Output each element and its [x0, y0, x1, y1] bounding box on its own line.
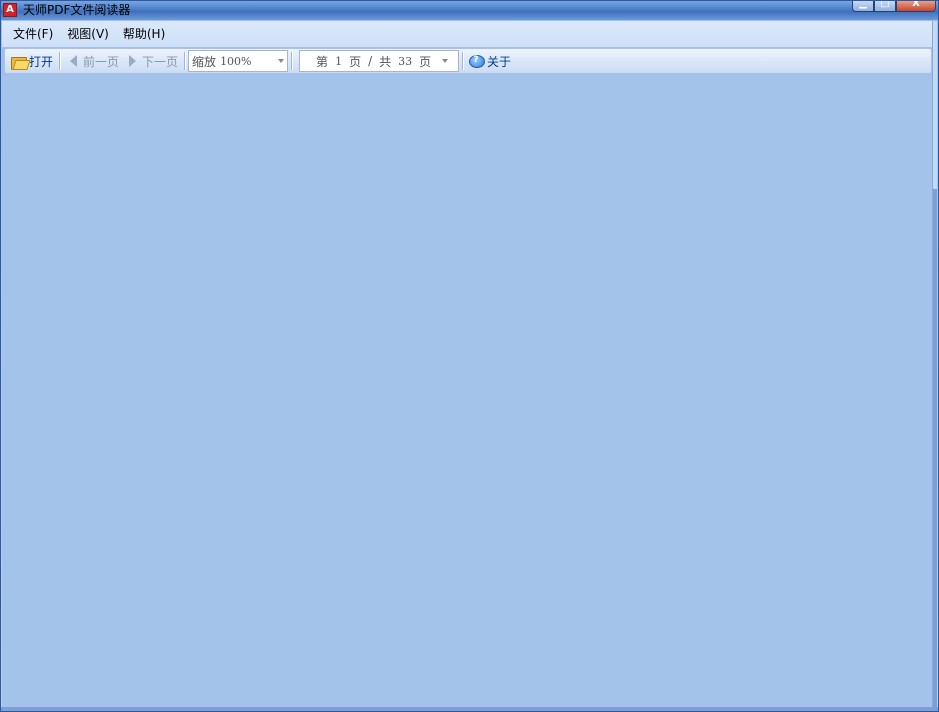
arrow-right-icon	[129, 55, 137, 67]
total-unit: 页	[419, 54, 432, 69]
close-icon: X	[912, 0, 920, 9]
minimize-icon: ▁	[859, 0, 867, 9]
prev-page-label: 前一页	[83, 54, 120, 69]
prev-page-button[interactable]: 前一页	[63, 50, 122, 72]
menu-bar: 文件(F) 视图(V) 帮助(H)	[2, 21, 933, 47]
folder-open-icon	[11, 55, 27, 70]
arrow-left-icon	[70, 55, 78, 67]
toolbar-separator	[462, 52, 464, 70]
menu-help[interactable]: 帮助(H)	[116, 23, 172, 45]
scrollbar-thumb[interactable]	[933, 189, 937, 707]
app-window: A 天师PDF文件阅读器 ▁ □ X 文件(F) 视图(V) 帮助(H) 打开 …	[0, 0, 939, 712]
next-page-button[interactable]: 下一页	[122, 50, 181, 72]
document-view[interactable]	[2, 76, 933, 707]
toolbar-separator	[291, 52, 293, 70]
zoom-select[interactable]: 缩放 100%	[188, 50, 289, 72]
open-button[interactable]: 打开	[8, 50, 56, 72]
window-controls: ▁ □ X	[852, 1, 936, 13]
vertical-scrollbar[interactable]	[932, 21, 937, 709]
menu-file[interactable]: 文件(F)	[6, 23, 60, 45]
help-bubble-glyph: ?	[473, 54, 479, 65]
close-button[interactable]: X	[896, 1, 936, 12]
window-title: 天师PDF文件阅读器	[23, 3, 131, 17]
total-pages: 33	[398, 54, 413, 68]
title-bar[interactable]: A 天师PDF文件阅读器 ▁ □ X	[1, 1, 938, 20]
maximize-icon: □	[880, 0, 890, 9]
menu-view[interactable]: 视图(V)	[60, 23, 116, 45]
zoom-label: 缩放	[192, 54, 217, 69]
status-bar	[1, 707, 938, 711]
pdf-app-icon[interactable]: A	[3, 3, 17, 17]
help-bubble-icon: ?	[469, 54, 486, 68]
page-unit: 页	[349, 54, 362, 69]
total-prefix: 共	[379, 54, 392, 69]
page-prefix: 第	[316, 54, 329, 69]
toolbar-separator	[59, 52, 61, 70]
chevron-down-icon[interactable]	[442, 59, 449, 63]
app-icon-letter: A	[6, 4, 14, 15]
zoom-value: 100%	[220, 54, 252, 68]
next-page-label: 下一页	[142, 54, 179, 69]
about-button[interactable]: ? 关于	[466, 50, 514, 72]
chevron-down-icon[interactable]	[278, 59, 285, 63]
page-separator: /	[368, 54, 373, 68]
minimize-button[interactable]: ▁	[852, 1, 874, 12]
open-button-label: 打开	[29, 54, 54, 69]
page-select[interactable]: 第 1 页 / 共 33 页	[299, 50, 460, 72]
toolbar: 打开 前一页 下一页 缩放 100% 第 1 页 / 共 33 页 ? 关于	[4, 48, 932, 74]
current-page: 1	[335, 54, 343, 68]
about-button-label: 关于	[487, 54, 512, 69]
toolbar-separator	[184, 52, 186, 70]
maximize-button[interactable]: □	[874, 1, 896, 12]
